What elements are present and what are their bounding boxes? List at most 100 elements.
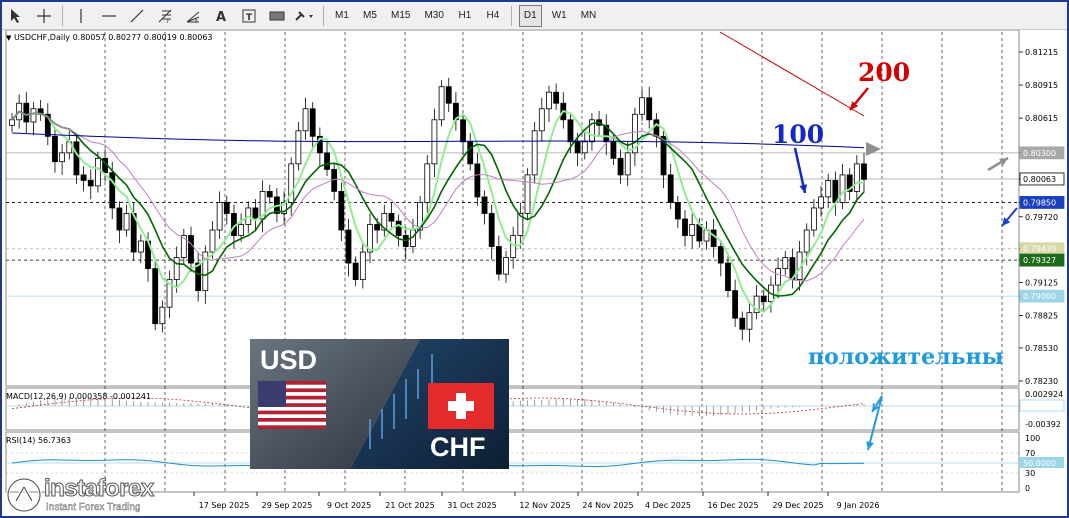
candle-body xyxy=(481,196,488,214)
candle-body xyxy=(73,141,80,176)
ema-fast-line xyxy=(11,110,865,297)
price-label-text: 0.79327 xyxy=(1023,256,1056,265)
candle-body xyxy=(803,229,810,253)
date-label: 16 Dec 2025 xyxy=(707,501,758,510)
candle-body xyxy=(95,157,101,187)
trendline-icon[interactable] xyxy=(126,5,148,27)
timeframe-h1[interactable]: H1 xyxy=(454,5,476,27)
candle-body xyxy=(646,97,653,121)
candle-body xyxy=(302,108,309,132)
candle-body xyxy=(116,207,123,231)
candle-body xyxy=(9,119,15,126)
candle-body xyxy=(59,152,66,163)
ma200-line xyxy=(719,31,865,117)
candle-body xyxy=(223,202,230,214)
tagline-text: Instant Forex Trading xyxy=(46,502,141,513)
banner-usd-text: USD xyxy=(260,345,318,375)
candle-body xyxy=(818,196,824,209)
candle-body xyxy=(87,180,94,187)
rsi-tick-label: 0 xyxy=(1025,484,1030,493)
vertical-line-icon[interactable] xyxy=(70,5,92,27)
candle-body xyxy=(345,229,352,264)
svg-text:F: F xyxy=(167,19,170,24)
chart-area[interactable]: 0.81215 0.80915 0.80615 0.80300 0.80063 0.798… xyxy=(2,29,1067,514)
candle-body xyxy=(610,141,617,159)
candle-body xyxy=(531,130,538,176)
arrows-dropdown-icon[interactable] xyxy=(294,5,316,27)
ma200-annotation: 200 xyxy=(858,58,911,87)
candle-body xyxy=(252,207,259,220)
date-label: 4 Dec 2025 xyxy=(645,501,691,510)
rsi-tick-label: 100 xyxy=(1025,434,1040,443)
price-tick-label: 0.78230 xyxy=(1025,377,1058,386)
fibo-fan-icon[interactable]: F xyxy=(182,5,204,27)
candle-body xyxy=(839,174,846,203)
rectangle-icon[interactable] xyxy=(266,5,288,27)
candle-body xyxy=(30,108,37,123)
timeframe-m1[interactable]: M1 xyxy=(331,5,353,27)
candle-body xyxy=(123,213,130,231)
candle-body xyxy=(739,317,746,330)
banner-chf-text: CHF xyxy=(430,432,486,462)
date-label: 9 Oct 2025 xyxy=(327,501,371,510)
candle-body xyxy=(581,141,588,154)
candle-body xyxy=(825,180,832,198)
price-tick-label: 0.80915 xyxy=(1025,81,1058,90)
date-label: 31 Oct 2025 xyxy=(447,501,496,510)
price-label-text: 0.79850 xyxy=(1023,198,1056,207)
candle-body xyxy=(137,240,144,253)
candle-body xyxy=(80,174,87,181)
candle-body xyxy=(717,246,724,264)
timeframe-mn[interactable]: MN xyxy=(577,5,601,27)
candle-body xyxy=(510,235,517,258)
candle-body xyxy=(209,229,216,253)
timeframe-h4[interactable]: H4 xyxy=(482,5,504,27)
price-tick-label: 0.81215 xyxy=(1025,48,1058,57)
rsi-header: RSI(14) 56.7363 xyxy=(6,436,72,445)
candle-body xyxy=(710,229,717,247)
candle-body xyxy=(474,163,481,198)
text-label-icon[interactable]: T xyxy=(238,5,260,27)
candle-body xyxy=(760,295,767,303)
price-tick-label: 0.79125 xyxy=(1025,278,1058,287)
usd-chf-banner: USD CHF xyxy=(250,339,509,469)
timeframe-m15[interactable]: M15 xyxy=(387,5,414,27)
candle-body xyxy=(309,108,316,137)
svg-text:F: F xyxy=(195,19,198,24)
price-chart[interactable]: 0.81215 0.80915 0.80615 0.80300 0.80063 0.798… xyxy=(2,29,1067,514)
candle-body xyxy=(553,91,560,104)
timeframe-w1[interactable]: W1 xyxy=(548,5,571,27)
candle-body xyxy=(388,213,395,222)
cursor-icon[interactable] xyxy=(5,5,27,27)
candle-body xyxy=(732,290,739,319)
toolbar-separator xyxy=(323,5,324,26)
candle-body xyxy=(52,135,58,163)
candle-body xyxy=(109,172,116,209)
price-tick-label: 0.79720 xyxy=(1025,213,1058,222)
horizontal-line-icon[interactable] xyxy=(98,5,120,27)
timeframe-m30[interactable]: M30 xyxy=(420,5,447,27)
crosshair-icon[interactable] xyxy=(33,5,55,27)
timeframe-m5[interactable]: M5 xyxy=(359,5,381,27)
svg-text:T: T xyxy=(246,13,253,23)
price-tick-label: 0.78825 xyxy=(1025,311,1058,320)
timeframe-d1[interactable]: D1 xyxy=(518,4,542,27)
candle-body xyxy=(216,202,223,231)
macd-panel-border xyxy=(5,387,1020,431)
candle-body xyxy=(725,262,731,292)
candle-body xyxy=(424,163,431,203)
macd-tick-label: 0.002924 xyxy=(1025,390,1063,399)
candle-body xyxy=(746,312,753,330)
swiss-flag-icon xyxy=(428,383,494,429)
text-tool-icon[interactable]: A xyxy=(210,5,232,27)
candle-body xyxy=(180,235,187,258)
fibonacci-icon[interactable]: F xyxy=(154,5,176,27)
date-label: 21 Oct 2025 xyxy=(385,501,434,510)
candle-body xyxy=(574,141,581,154)
price-label-text: 0.80063 xyxy=(1023,175,1056,184)
candle-body xyxy=(338,191,345,231)
candle-body xyxy=(861,163,867,180)
candle-body xyxy=(524,174,531,214)
candle-body xyxy=(488,213,495,247)
timeframe-group: M1 M5 M15 M30 H1 H4 D1 W1 MN xyxy=(328,4,603,27)
